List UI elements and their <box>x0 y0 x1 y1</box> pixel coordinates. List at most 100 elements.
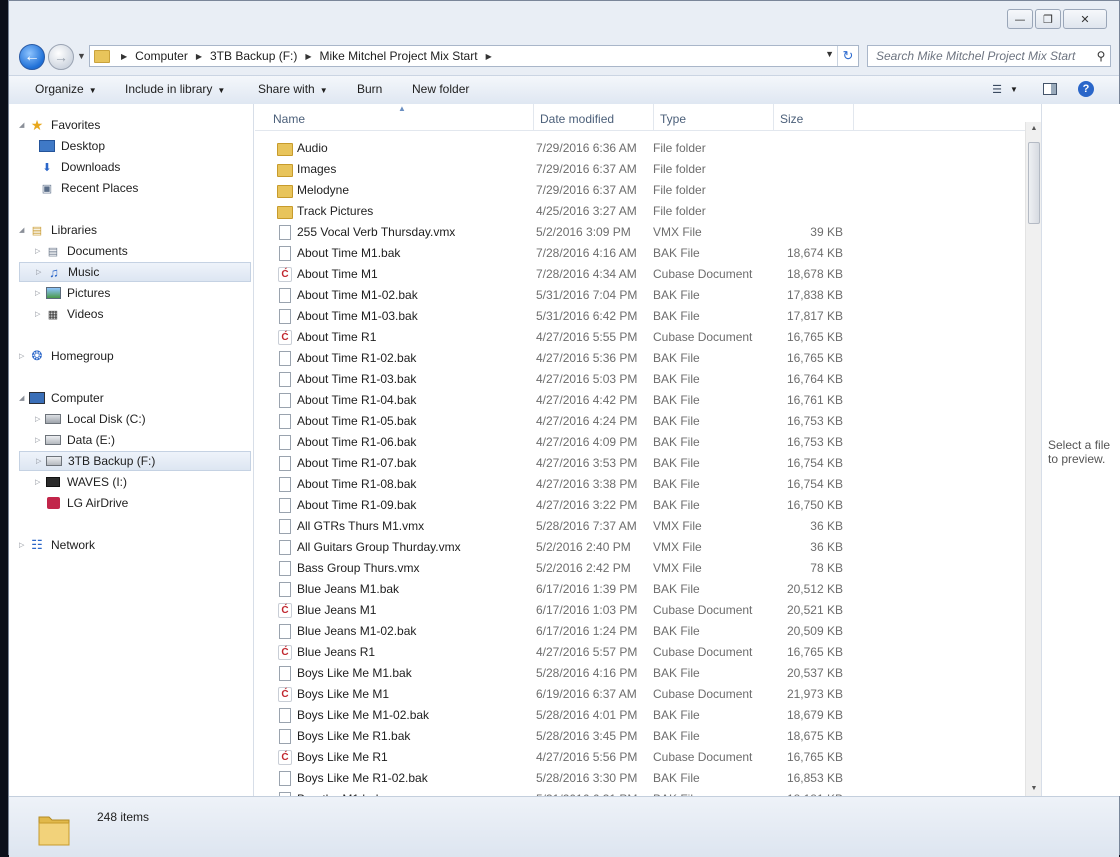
file-row[interactable]: About Time R1-02.bak 4/27/2016 5:36 PM BAK… <box>255 347 1025 368</box>
nav-homegroup[interactable]: ▷ ❂ Homegroup <box>19 346 251 366</box>
file-row[interactable]: Blue Jeans M1-02.bak 6/17/2016 1:24 PM BAK… <box>255 620 1025 641</box>
nav-local-disk[interactable]: ▷ Local Disk (C:) <box>35 409 251 429</box>
search-icon[interactable]: ⚲ <box>1092 49 1110 63</box>
file-row[interactable]: About Time R1-04.bak 4/27/2016 4:42 PM BAK… <box>255 389 1025 410</box>
nav-downloads[interactable]: ⬇ Downloads <box>39 157 251 177</box>
file-row[interactable]: Blue Jeans M1.bak 6/17/2016 1:39 PM BAK Fi… <box>255 578 1025 599</box>
expand-icon[interactable]: ◢ <box>19 226 29 234</box>
nav-computer[interactable]: ◢ Computer <box>19 388 251 408</box>
nav-videos[interactable]: ▷ ▦ Videos <box>35 304 251 324</box>
forward-button[interactable]: → <box>48 44 74 70</box>
column-header-date-modified[interactable]: Date modified <box>540 112 614 126</box>
file-row[interactable]: About Time M1-03.bak 5/31/2016 6:42 PM BAK… <box>255 305 1025 326</box>
nav-libraries[interactable]: ◢ ▤ Libraries <box>19 220 251 240</box>
change-view-button[interactable]: ☰ ▼ <box>985 80 1025 98</box>
new-folder-button[interactable]: New folder <box>412 82 469 96</box>
nav-network[interactable]: ▷ ☷ Network <box>19 535 251 555</box>
nav-lg-airdrive[interactable]: LG AirDrive <box>35 493 251 513</box>
breadcrumb-folder[interactable]: Mike Mitchel Project Mix Start <box>317 49 481 63</box>
nav-recent-places[interactable]: ▣ Recent Places <box>39 178 251 198</box>
file-row[interactable]: About Time R1-06.bak 4/27/2016 4:09 PM BAK… <box>255 431 1025 452</box>
expand-icon[interactable]: ▷ <box>19 352 29 360</box>
back-button[interactable]: ← <box>19 44 45 70</box>
chevron-right-icon[interactable]: ▶ <box>116 52 132 61</box>
close-button[interactable]: ✕ <box>1063 9 1107 29</box>
breadcrumb-computer[interactable]: Computer <box>132 49 191 63</box>
expand-icon[interactable]: ▷ <box>35 478 45 486</box>
file-row[interactable]: About Time R1-09.bak 4/27/2016 3:22 PM BAK… <box>255 494 1025 515</box>
breadcrumb-drive[interactable]: 3TB Backup (F:) <box>207 49 300 63</box>
file-row[interactable]: About Time R1-05.bak 4/27/2016 4:24 PM BAK… <box>255 410 1025 431</box>
expand-icon[interactable]: ▷ <box>35 436 45 444</box>
maximize-button[interactable]: ❐ <box>1035 9 1061 29</box>
column-divider[interactable] <box>653 104 654 130</box>
column-header-size[interactable]: Size <box>780 112 803 126</box>
file-row[interactable]: Ć About Time M1 7/28/2016 4:34 AM Cubase Do… <box>255 263 1025 284</box>
organize-button[interactable]: Organize ▼ <box>35 82 97 96</box>
expand-icon[interactable]: ▷ <box>35 289 45 297</box>
expand-icon[interactable]: ◢ <box>19 121 29 129</box>
file-row[interactable]: Ć Boys Like Me R1 4/27/2016 5:56 PM Cubase … <box>255 746 1025 767</box>
share-with-button[interactable]: Share with ▼ <box>258 82 328 96</box>
chevron-right-icon[interactable]: ▶ <box>191 52 207 61</box>
file-row[interactable]: All Guitars Group Thurday.vmx 5/2/2016 2:… <box>255 536 1025 557</box>
refresh-button[interactable]: ↻ <box>837 46 858 66</box>
file-row[interactable]: Boys Like Me M1.bak 5/28/2016 4:16 PM BAK … <box>255 662 1025 683</box>
column-header-name[interactable]: Name <box>273 112 305 126</box>
nav-pictures[interactable]: ▷ Pictures <box>35 283 251 303</box>
nav-music[interactable]: ▷ ♫ Music <box>19 262 251 282</box>
help-button[interactable]: ? <box>1077 80 1095 98</box>
expand-icon[interactable]: ▷ <box>35 310 45 318</box>
scroll-up-icon[interactable]: ▲ <box>1026 122 1042 136</box>
file-row[interactable]: Boys Like Me R1-02.bak 5/28/2016 3:30 PM B… <box>255 767 1025 788</box>
expand-icon[interactable]: ▷ <box>36 457 46 465</box>
file-row[interactable]: Audio 7/29/2016 6:36 AM File folder <box>255 137 1025 158</box>
file-row[interactable]: About Time R1-08.bak 4/27/2016 3:38 PM BAK… <box>255 473 1025 494</box>
column-divider[interactable] <box>853 104 854 130</box>
file-row[interactable]: About Time M1.bak 7/28/2016 4:16 AM BAK Fi… <box>255 242 1025 263</box>
nav-favorites[interactable]: ◢ ★ Favorites <box>19 115 251 135</box>
expand-icon[interactable]: ▷ <box>35 247 45 255</box>
file-row[interactable]: All GTRs Thurs M1.vmx 5/28/2016 7:37 AM VM… <box>255 515 1025 536</box>
file-row[interactable]: Boys Like Me R1.bak 5/28/2016 3:45 PM BAK … <box>255 725 1025 746</box>
file-row[interactable]: Ć About Time R1 4/27/2016 5:55 PM Cubase Do… <box>255 326 1025 347</box>
preview-pane-button[interactable] <box>1041 80 1059 98</box>
minimize-button[interactable]: — <box>1007 9 1033 29</box>
nav-desktop[interactable]: Desktop <box>39 136 251 156</box>
file-row[interactable]: About Time M1-02.bak 5/31/2016 7:04 PM BAK… <box>255 284 1025 305</box>
file-row[interactable]: About Time R1-07.bak 4/27/2016 3:53 PM BAK… <box>255 452 1025 473</box>
include-in-library-button[interactable]: Include in library ▼ <box>125 82 225 96</box>
file-row[interactable]: Ć Blue Jeans M1 6/17/2016 1:03 PM Cubase Do… <box>255 599 1025 620</box>
expand-icon[interactable]: ▷ <box>36 268 46 276</box>
search-box[interactable]: Search Mike Mitchel Project Mix Start ⚲ <box>867 45 1111 67</box>
nav-3tb-backup[interactable]: ▷ 3TB Backup (F:) <box>19 451 251 471</box>
file-row[interactable]: About Time R1-03.bak 4/27/2016 5:03 PM BAK… <box>255 368 1025 389</box>
nav-data[interactable]: ▷ Data (E:) <box>35 430 251 450</box>
address-bar[interactable]: ▶ Computer ▶ 3TB Backup (F:) ▶ Mike Mitc… <box>89 45 859 67</box>
nav-waves[interactable]: ▷ WAVES (I:) <box>35 472 251 492</box>
file-row[interactable]: Bass Group Thurs.vmx 5/2/2016 2:42 PM VMX … <box>255 557 1025 578</box>
search-input[interactable]: Search Mike Mitchel Project Mix Start <box>868 49 1092 63</box>
chevron-right-icon[interactable]: ▶ <box>481 52 497 61</box>
file-row[interactable]: Track Pictures 4/25/2016 3:27 AM File fold… <box>255 200 1025 221</box>
recent-pages-dropdown[interactable]: ▼ <box>77 51 86 61</box>
expand-icon[interactable]: ▷ <box>35 415 45 423</box>
file-row[interactable]: 255 Vocal Verb Thursday.vmx 5/2/2016 3:09… <box>255 221 1025 242</box>
address-dropdown-icon[interactable]: ▼ <box>825 49 834 59</box>
column-divider[interactable] <box>533 104 534 130</box>
chevron-right-icon[interactable]: ▶ <box>300 52 316 61</box>
burn-button[interactable]: Burn <box>357 82 382 96</box>
expand-icon[interactable]: ▷ <box>19 541 29 549</box>
expand-icon[interactable]: ◢ <box>19 394 29 402</box>
file-row[interactable]: Ć Blue Jeans R1 4/27/2016 5:57 PM Cubase Do… <box>255 641 1025 662</box>
file-row[interactable]: Ć Boys Like Me M1 6/19/2016 6:37 AM Cubase … <box>255 683 1025 704</box>
file-row[interactable]: Boys Like Me M1-02.bak 5/28/2016 4:01 PM B… <box>255 704 1025 725</box>
scroll-down-icon[interactable]: ▼ <box>1026 782 1042 796</box>
scroll-thumb[interactable] <box>1028 142 1040 224</box>
file-row[interactable]: Breathe M1.bak5/31/2016 6:31 PMBAK File1… <box>255 788 1025 796</box>
vertical-scrollbar[interactable]: ▲ ▼ <box>1025 122 1042 796</box>
file-row[interactable]: Melodyne 7/29/2016 6:37 AM File folder <box>255 179 1025 200</box>
nav-documents[interactable]: ▷ ▤ Documents <box>35 241 251 261</box>
column-divider[interactable] <box>773 104 774 130</box>
file-row[interactable]: Images 7/29/2016 6:37 AM File folder <box>255 158 1025 179</box>
